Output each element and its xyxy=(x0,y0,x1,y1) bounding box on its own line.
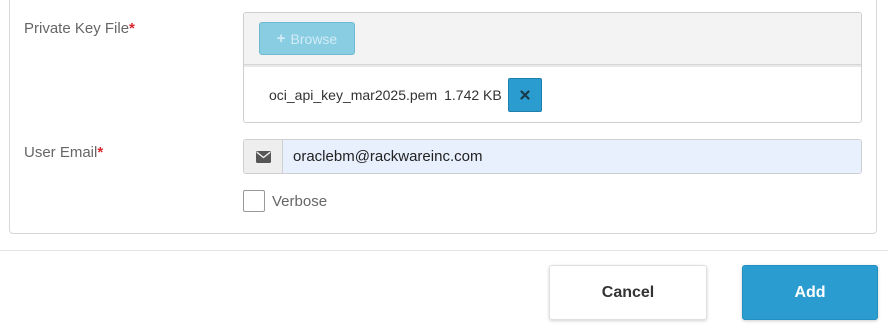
user-email-label: User Email* xyxy=(24,144,103,161)
user-email-label-text: User Email xyxy=(24,144,98,161)
verbose-checkbox[interactable] xyxy=(243,190,265,212)
file-name: oci_api_key_mar2025.pem xyxy=(269,87,438,103)
private-key-label-text: Private Key File xyxy=(24,20,130,37)
email-field[interactable] xyxy=(283,140,861,173)
uploaded-file-row: oci_api_key_mar2025.pem 1.742 KB xyxy=(269,78,542,112)
required-marker: * xyxy=(129,20,135,37)
plus-icon: + xyxy=(276,30,286,47)
file-upload-box: + Browse oci_api_key_mar2025.pem 1.742 K… xyxy=(243,12,862,123)
cancel-button[interactable]: Cancel xyxy=(549,265,707,320)
verbose-label: Verbose xyxy=(272,192,328,210)
envelope-icon xyxy=(255,150,271,163)
file-size: 1.742 KB xyxy=(444,87,502,103)
email-input-group xyxy=(243,139,862,174)
add-button[interactable]: Add xyxy=(742,265,878,320)
footer-divider xyxy=(0,250,888,251)
close-icon xyxy=(520,90,530,100)
remove-file-button[interactable] xyxy=(507,78,542,112)
private-key-label: Private Key File* xyxy=(24,20,135,37)
upload-divider xyxy=(244,65,861,67)
browse-label: Browse xyxy=(290,30,338,47)
verbose-option[interactable]: Verbose xyxy=(243,190,327,212)
browse-button[interactable]: + Browse xyxy=(259,22,355,55)
required-marker: * xyxy=(97,144,104,161)
email-addon xyxy=(244,140,283,173)
